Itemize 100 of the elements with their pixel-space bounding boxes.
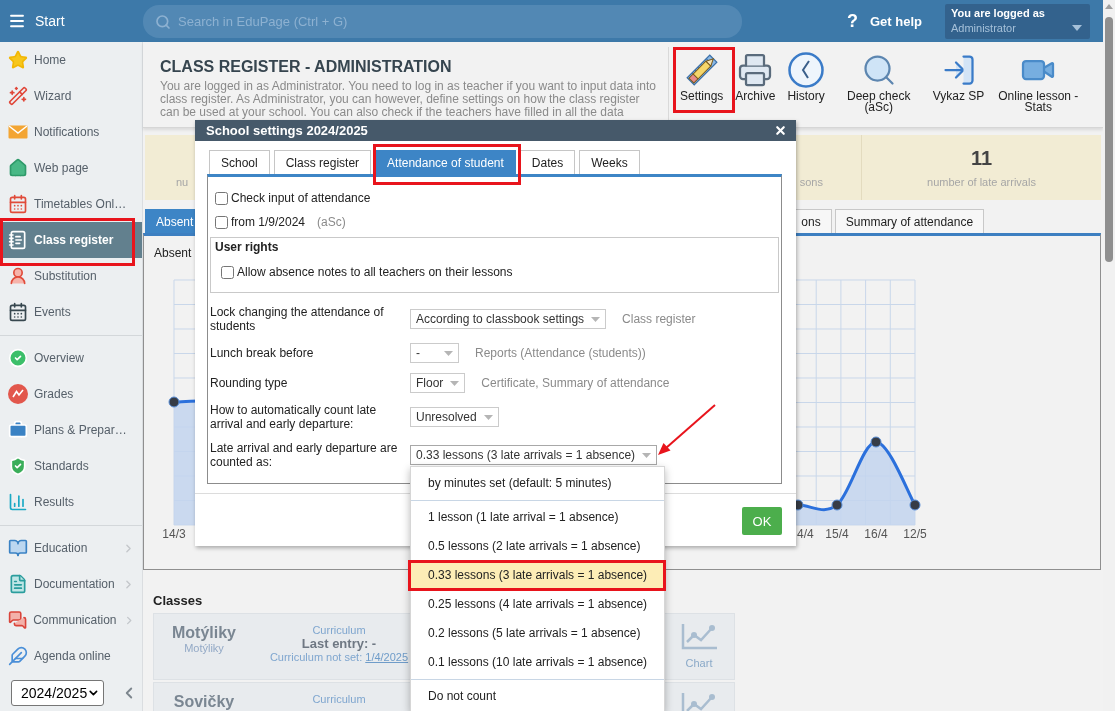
stat-label: nu: [176, 176, 189, 189]
toolbar-button[interactable]: Deep check (aSc): [830, 47, 927, 113]
scrollbar-thumb[interactable]: [1105, 17, 1113, 262]
select-field[interactable]: Floor: [410, 373, 466, 393]
tab[interactable]: Dates: [519, 150, 576, 174]
page-description: You are logged in as Administrator. You need to log in as teacher if you want to input data into class register. As Administrator, you can however, define settings on how the class register can be used at your school. You can also check if the teachers have filled in all the data: [160, 80, 657, 119]
person-icon: [8, 266, 28, 286]
field-label: Late arrival and early departure are counted as:: [210, 441, 399, 469]
axis-label: 16/4: [864, 527, 888, 541]
menu-icon[interactable]: [8, 12, 26, 30]
check-circle-icon: [8, 348, 28, 368]
envelope-icon: [8, 125, 28, 139]
sidebar-item[interactable]: Standards: [0, 448, 142, 484]
user-menu[interactable]: You are logged as Administrator: [945, 3, 1090, 39]
feather-icon: [8, 646, 28, 666]
sidebar-item[interactable]: Substitution: [0, 258, 142, 294]
sidebar-item[interactable]: Notifications: [0, 114, 142, 150]
hint-text: Certificate, Summary of attendance: [481, 376, 670, 390]
sidebar-item[interactable]: Class register: [0, 222, 142, 258]
year-select[interactable]: 2024/2025: [11, 680, 104, 706]
axis-label: 14/3: [162, 527, 186, 541]
chat-bubbles-icon: [8, 610, 28, 630]
section-title: Classes: [153, 593, 203, 608]
house-icon: [8, 158, 28, 178]
dropdown-option[interactable]: 0.25 lessons (4 late arrivals = 1 absence): [411, 590, 664, 619]
stat-label: sons: [799, 176, 823, 189]
select-field[interactable]: 0.33 lessons (3 late arrivals = 1 absence): [410, 445, 658, 465]
toolbar-button[interactable]: Archive: [729, 47, 782, 113]
class-subtitle: Motýliky: [184, 642, 224, 655]
calendar-grid-icon: [8, 194, 28, 214]
field-label: Lunch break before: [210, 346, 315, 360]
checkbox-label: Allow absence notes to all teachers on their lessons: [237, 265, 513, 279]
toolbar-button[interactable]: Vykaz SP: [926, 47, 991, 113]
scroll-up-icon[interactable]: [1105, 4, 1113, 9]
sidebar-item[interactable]: Plans & Prepar…: [0, 412, 142, 448]
toolbar-button[interactable]: Online lesson - Stats: [990, 47, 1087, 113]
sidebar-item[interactable]: Web page: [0, 150, 142, 186]
sidebar-item[interactable]: Communication: [0, 602, 142, 638]
tab[interactable]: Class register: [273, 150, 372, 174]
shield-check-icon: [8, 456, 28, 476]
axis-label: 4/4: [797, 527, 814, 541]
tab[interactable]: School: [209, 150, 270, 174]
sidebar-item[interactable]: Timetables Onl…: [0, 186, 142, 222]
dropdown-option[interactable]: 0.2 lessons (5 late arrivals = 1 absence): [411, 619, 664, 648]
checkbox[interactable]: [221, 265, 234, 279]
search-field[interactable]: Search in EduPage (Ctrl + G): [143, 4, 742, 38]
dropdown-option[interactable]: 1 lesson (1 late arrival = 1 absence): [411, 503, 664, 532]
dropdown-option[interactable]: Do not count: [411, 682, 664, 711]
dropdown-option[interactable]: by minutes set (default: 5 minutes): [411, 469, 664, 498]
curriculum-label: Curriculum: [312, 693, 366, 706]
sidebar-item[interactable]: Events: [0, 294, 142, 330]
select-field[interactable]: -: [410, 343, 459, 363]
chart-title: Absent: [154, 246, 192, 260]
stat-label: number of late arrivals: [927, 176, 1036, 189]
tab[interactable]: Attendance of student: [375, 150, 516, 174]
axis-label: 15/4: [825, 527, 849, 541]
axis-label: 12/5: [903, 527, 927, 541]
hint-text: Class register: [622, 312, 696, 326]
sidebar-item[interactable]: Agenda online: [0, 638, 142, 674]
last-entry-text: Last entry: -: [301, 637, 377, 651]
select-field[interactable]: Unresolved: [410, 407, 499, 427]
caret-icon: [591, 316, 601, 322]
sidebar-item[interactable]: Overview: [0, 340, 142, 376]
clock-icon: [788, 52, 825, 88]
help-link[interactable]: ? Get help: [847, 10, 922, 32]
select-field[interactable]: According to classbook settings: [410, 309, 607, 329]
sidebar-item[interactable]: Documentation: [0, 566, 142, 602]
sidebar-item[interactable]: Home: [0, 42, 142, 78]
sidebar-item[interactable]: Results: [0, 484, 142, 520]
tab[interactable]: Weeks: [579, 150, 640, 174]
dialog-title: School settings 2024/2025: [206, 123, 368, 138]
data-point: [831, 499, 843, 511]
briefcase-icon: [8, 420, 28, 440]
caret-icon: [1072, 24, 1082, 31]
line-chart-icon: [681, 624, 717, 650]
start-button[interactable]: Start: [0, 0, 143, 42]
data-point: [168, 396, 180, 408]
dropdown-option[interactable]: 0.1 lessons (10 late arrivals = 1 absence): [411, 648, 664, 677]
toolbar-button[interactable]: History: [781, 47, 831, 113]
caret-icon: [642, 452, 652, 458]
sidebar-item[interactable]: Education: [0, 530, 142, 566]
caret-icon: [483, 414, 493, 420]
printer-icon: [737, 52, 774, 88]
sidebar-item[interactable]: Grades: [0, 376, 142, 412]
checkbox[interactable]: [215, 191, 228, 205]
data-point: [870, 436, 882, 448]
tab[interactable]: Summary of attendance: [834, 209, 985, 233]
caret-icon: [450, 380, 460, 386]
class-name: Sovičky: [173, 693, 235, 711]
group-title: User rights: [215, 240, 279, 254]
magic-wand-icon: [8, 86, 28, 106]
sidebar-item[interactable]: Wizard: [0, 78, 142, 114]
close-icon[interactable]: [774, 124, 787, 137]
class-name: Motýliky: [172, 624, 236, 642]
toolbar-button[interactable]: Settings: [674, 47, 730, 113]
checkbox[interactable]: [215, 215, 228, 229]
page-title: CLASS REGISTER - ADMINISTRATION: [160, 58, 453, 76]
dropdown-option[interactable]: 0.5 lessons (2 late arrivals = 1 absence): [411, 532, 664, 561]
open-book-icon: [8, 538, 28, 558]
document-icon: [8, 574, 28, 594]
